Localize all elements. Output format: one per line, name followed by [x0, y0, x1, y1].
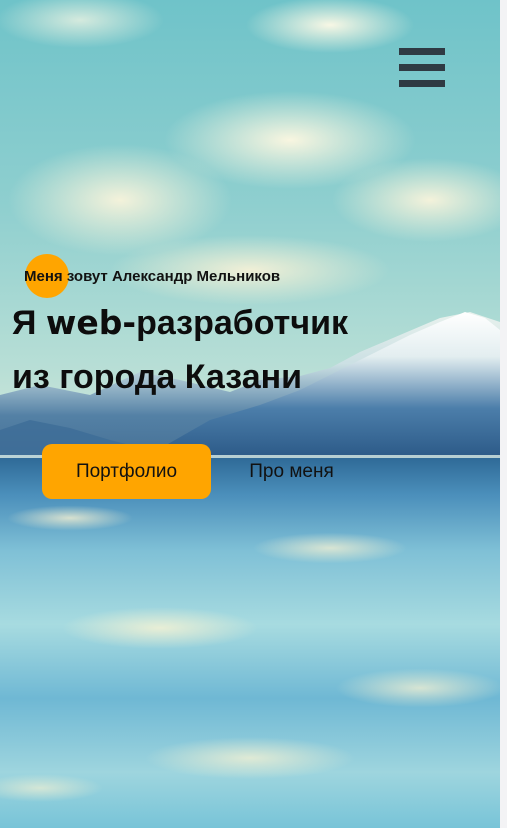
menu-bar-bottom [399, 80, 445, 87]
portfolio-button[interactable]: Портфолио [42, 444, 211, 499]
hamburger-menu-icon[interactable] [399, 48, 445, 88]
headline: Я web-разработчик из города Казани [12, 296, 348, 404]
headline-rest: разработчик [136, 304, 348, 342]
intro-line: Меня зовут Александр Мельников [24, 254, 281, 298]
headline-prefix: Я [12, 304, 46, 342]
menu-bar-top [399, 48, 445, 55]
menu-bar-middle [399, 64, 445, 71]
headline-line2: из города Казани [12, 358, 303, 396]
page: Меня зовут Александр Мельников Я web-раз… [0, 0, 500, 828]
headline-web: web- [45, 303, 137, 342]
about-me-link[interactable]: Про меня [227, 444, 356, 499]
hero-background-reflection [0, 458, 500, 828]
intro-text: Меня зовут Александр Мельников [24, 267, 281, 285]
